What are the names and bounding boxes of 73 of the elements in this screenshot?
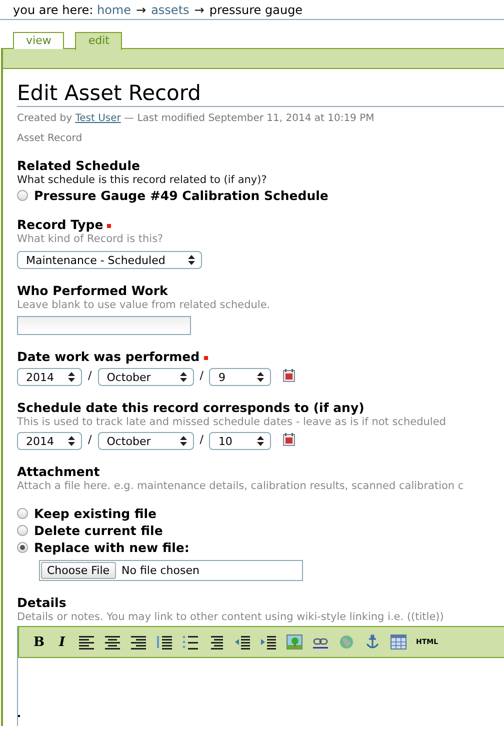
bullet-list-icon[interactable] [182, 634, 199, 650]
field-label: Record Type [17, 217, 104, 232]
dropdown[interactable]: Maintenance - Scheduled [17, 251, 202, 269]
required-marker [107, 224, 112, 228]
breadcrumb-current: pressure gauge [209, 3, 303, 17]
file-input-field[interactable]: Choose File No file chosen [39, 560, 303, 581]
breadcrumb-link[interactable]: home [96, 3, 132, 17]
dropdown-arrows-icon [68, 372, 75, 382]
breadcrumb-separator: → [136, 3, 146, 17]
dropdown[interactable]: 10 [209, 432, 272, 450]
indent-list-icon[interactable] [208, 634, 225, 650]
field-description: What kind of Record is this? [17, 233, 164, 245]
radio-label: Delete current file [34, 523, 163, 538]
author-link[interactable]: Test User [75, 113, 121, 124]
outdent-icon[interactable] [234, 634, 251, 650]
text-cursor [18, 715, 20, 717]
breadcrumb-separator: → [194, 3, 204, 17]
radio-button[interactable] [17, 190, 28, 201]
file-status-text: No file chosen [122, 564, 200, 577]
date-separator: / [200, 432, 204, 446]
numbered-list-icon[interactable] [156, 634, 173, 650]
meta-text: — Last modified September 11, 2014 at 10:19 PM [123, 113, 374, 124]
tab[interactable]: view [13, 32, 64, 49]
field-description: Leave blank to use value from related schedule. [17, 299, 272, 311]
date-separator: / [88, 368, 92, 382]
italic-button[interactable]: I [55, 634, 69, 650]
align-left-icon[interactable] [78, 634, 95, 650]
align-right-icon[interactable] [130, 634, 147, 650]
calendar-icon[interactable] [283, 368, 296, 382]
breadcrumb-link[interactable]: assets [151, 3, 190, 17]
page-title: Edit Asset Record [17, 81, 504, 107]
field-description: What schedule is this record related to (if any)? [17, 174, 268, 186]
dropdown[interactable]: 2014 [17, 432, 82, 450]
field-description: Attach a file here. e.g. maintenance details, calibration results, scanned calibration c [17, 480, 465, 492]
bold-button[interactable]: B [32, 634, 46, 650]
field-label: Date work was performed [17, 349, 200, 364]
radio-label: Pressure Gauge #49 Calibration Schedule [34, 188, 328, 203]
dropdown[interactable]: October [98, 368, 194, 386]
field-label: Attachment [17, 464, 100, 479]
anchor-icon[interactable] [364, 634, 381, 650]
dropdown[interactable]: 9 [209, 368, 272, 386]
radio-button[interactable] [17, 542, 28, 553]
indent-icon[interactable] [260, 634, 277, 650]
calendar-icon[interactable] [283, 432, 296, 446]
field-label: Schedule date this record corresponds to (if any) [17, 400, 364, 415]
radio-label: Keep existing file [34, 506, 156, 521]
date-separator: / [200, 368, 204, 382]
meta-text: Created by [17, 113, 74, 124]
dropdown[interactable]: 2014 [17, 368, 82, 386]
dropdown[interactable]: October [98, 432, 194, 450]
breadcrumb-label: you are here: [13, 3, 94, 17]
field-label: Who Performed Work [17, 283, 168, 298]
field-description: This is used to track late and missed schedule dates - leave as is if not scheduled [17, 416, 447, 428]
table-icon[interactable] [390, 634, 407, 650]
field-label: Details [17, 595, 66, 610]
radio-button[interactable] [17, 525, 28, 536]
dropdown-arrows-icon [68, 436, 75, 446]
dropdown-arrows-icon [180, 436, 187, 446]
required-marker [204, 356, 208, 360]
text-input-field[interactable] [17, 316, 191, 335]
radio-button[interactable] [17, 508, 28, 519]
choose-file-button[interactable]: Choose File [41, 562, 116, 579]
image-icon[interactable] [286, 634, 303, 650]
dropdown-arrows-icon [257, 372, 264, 382]
date-separator: / [88, 432, 92, 446]
record-type-text: Asset Record [17, 133, 84, 144]
align-center-icon[interactable] [104, 634, 121, 650]
dropdown-arrows-icon [188, 255, 195, 265]
radio-label: Replace with new file: [34, 540, 190, 555]
dropdown-arrows-icon [257, 436, 264, 446]
field-description: Details or notes. You may link to other content using wiki-style linking i.e. ((title)) [17, 611, 445, 623]
dropdown-arrows-icon [180, 372, 187, 382]
field-label: Related Schedule [17, 158, 140, 173]
